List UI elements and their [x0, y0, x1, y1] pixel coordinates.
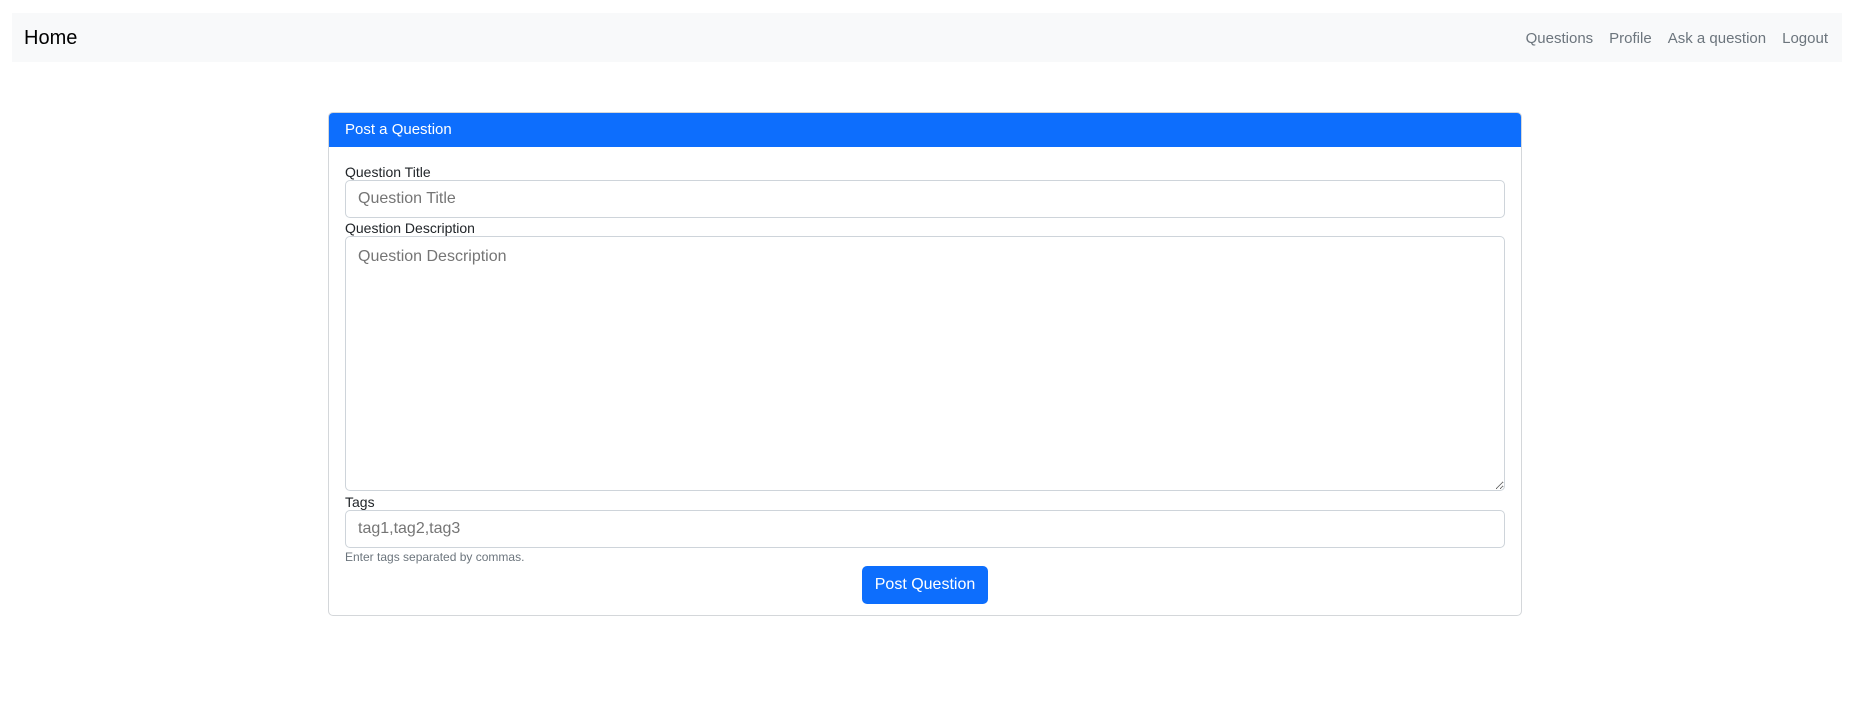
post-question-card: Post a Question Question Title Question … — [328, 112, 1522, 616]
question-title-label: Question Title — [345, 164, 431, 180]
nav-links: Questions Profile Ask a question Logout — [1526, 29, 1828, 49]
nav-link-profile[interactable]: Profile — [1609, 29, 1652, 49]
question-description-textarea[interactable] — [345, 236, 1505, 491]
submit-wrap: Post Question — [345, 566, 1505, 604]
tags-label: Tags — [345, 494, 375, 510]
home-brand-link[interactable]: Home — [24, 26, 77, 50]
card-header: Post a Question — [329, 113, 1521, 147]
nav-link-questions[interactable]: Questions — [1526, 29, 1594, 49]
question-description-label: Question Description — [345, 220, 475, 236]
post-question-form: Question Title Question Description Tags… — [329, 164, 1521, 604]
tags-input[interactable] — [345, 510, 1505, 548]
nav-link-logout[interactable]: Logout — [1782, 29, 1828, 49]
question-title-input[interactable] — [345, 180, 1505, 218]
nav-link-ask-question[interactable]: Ask a question — [1668, 29, 1766, 49]
navbar: Home Questions Profile Ask a question Lo… — [12, 13, 1842, 62]
tags-help-text: Enter tags separated by commas. — [345, 550, 525, 564]
post-question-button[interactable]: Post Question — [861, 566, 989, 604]
